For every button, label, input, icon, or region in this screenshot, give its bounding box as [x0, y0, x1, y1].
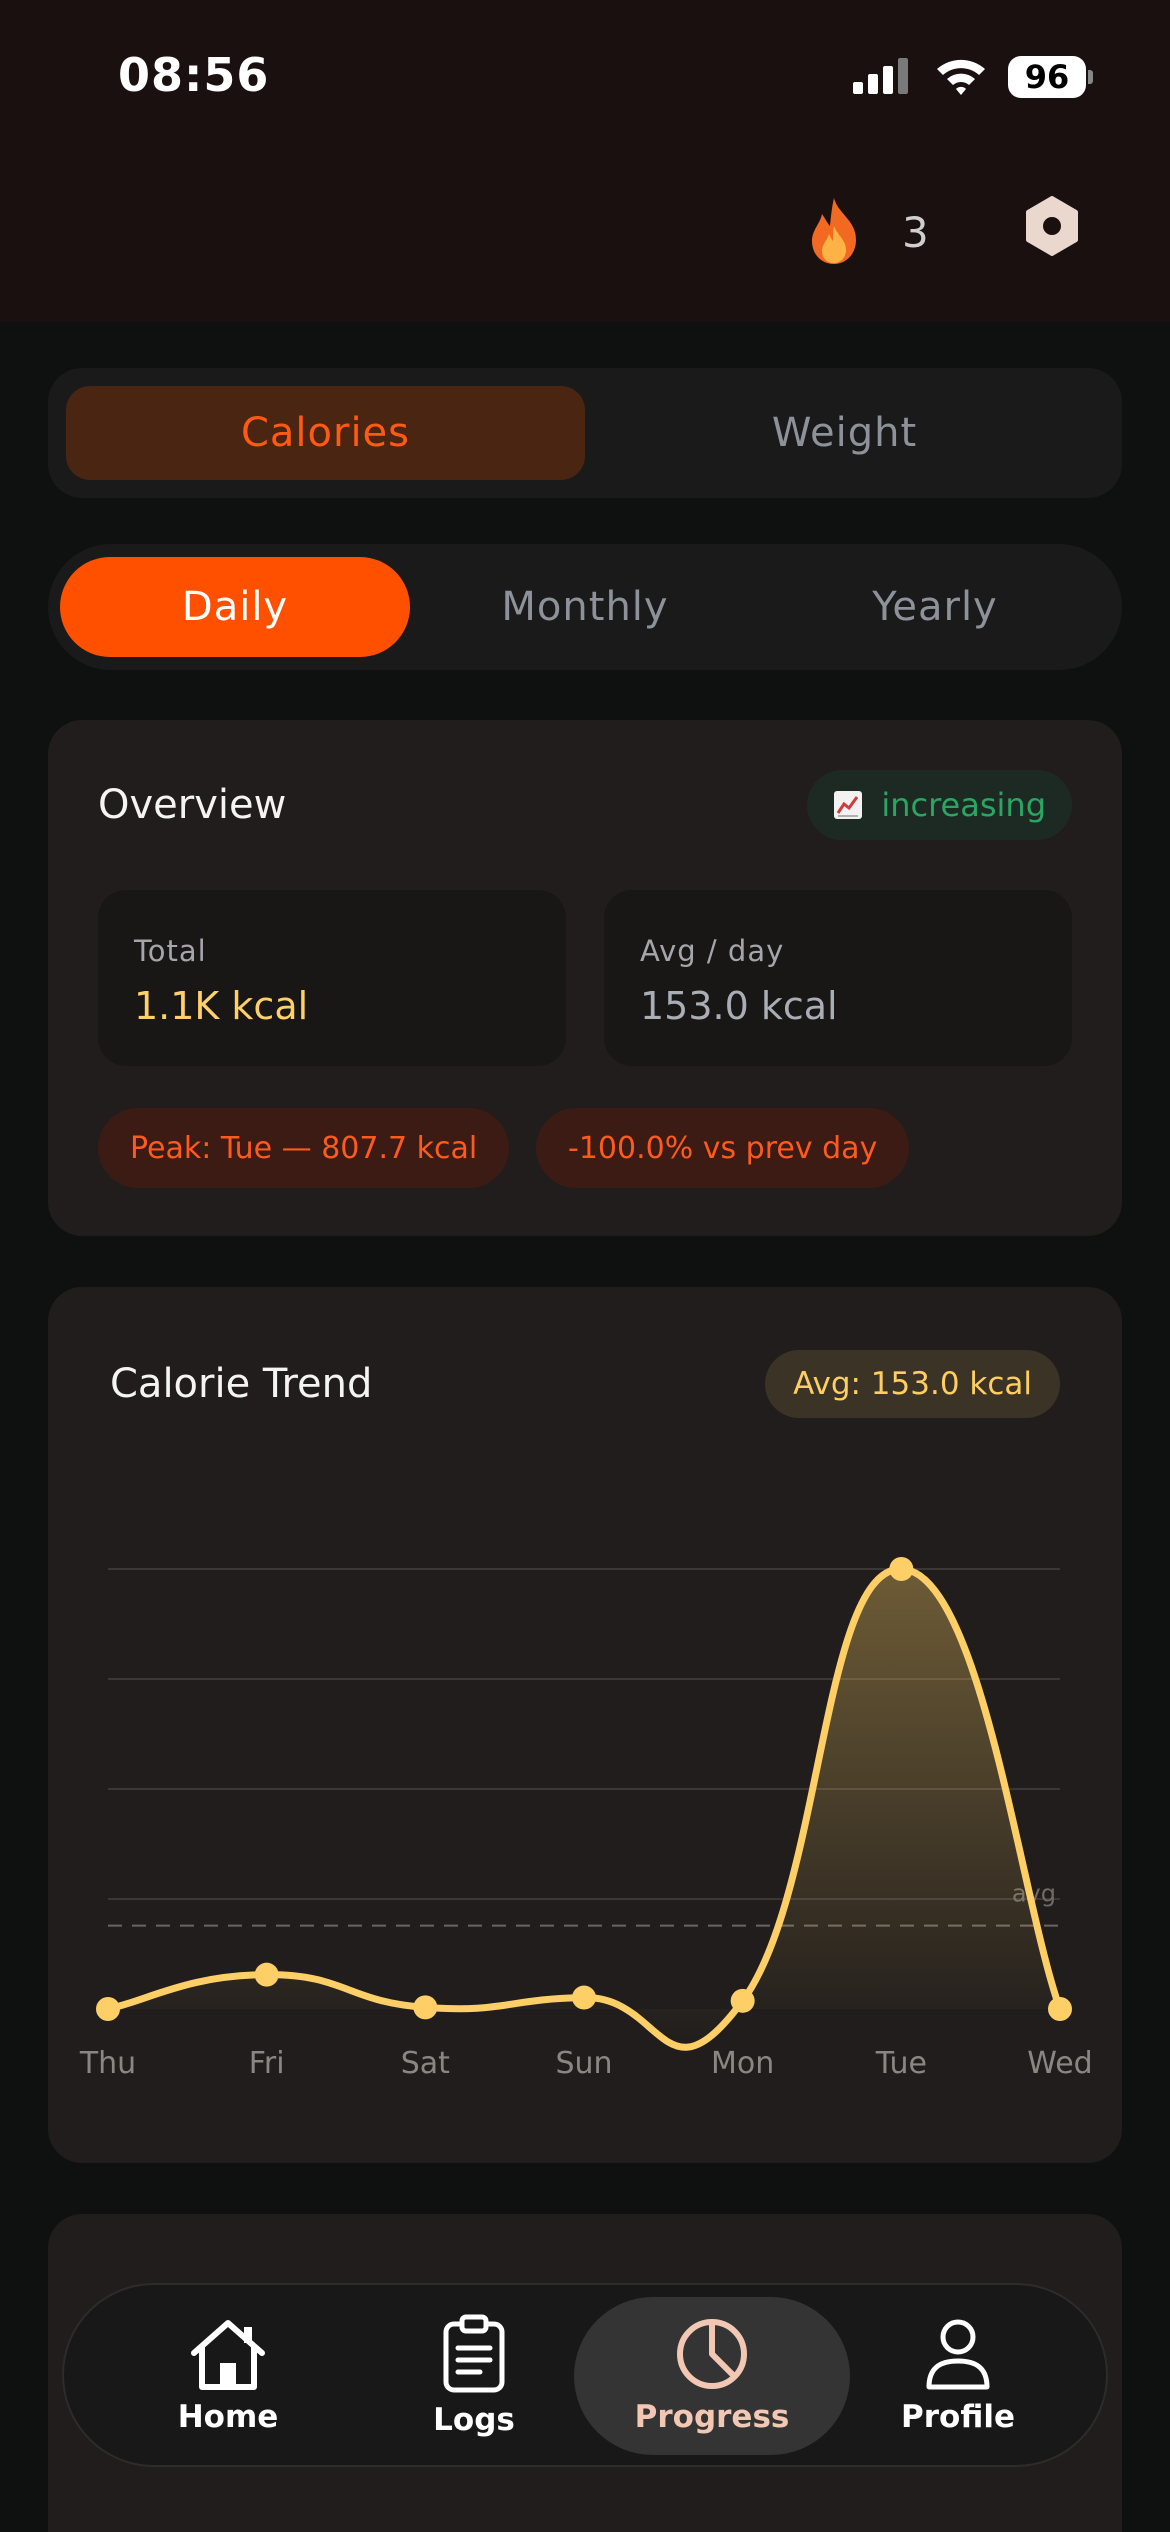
nav-profile-label: Profile — [901, 2399, 1015, 2435]
tab-daily[interactable]: Daily — [60, 557, 410, 657]
data-point-mon — [730, 1988, 755, 2013]
settings-icon[interactable] — [1022, 196, 1082, 256]
tab-yearly[interactable]: Yearly — [760, 557, 1110, 657]
trend-badge: increasing — [807, 770, 1072, 840]
tab-weight[interactable]: Weight — [585, 386, 1104, 480]
person-icon — [926, 2319, 990, 2390]
data-point-fri — [254, 1962, 279, 1987]
data-point-wed — [1048, 1997, 1072, 2021]
avg-value: 153.0 kcal — [640, 984, 838, 1028]
battery-nub — [1088, 70, 1093, 84]
x-tick-label: Sun — [555, 2046, 612, 2081]
nav-progress[interactable]: Progress — [574, 2297, 850, 2455]
calorie-trend-card: avg Thu Fri Sat Sun Mon Tue Wed Calorie Trend A… — [48, 1287, 1122, 2163]
data-point-sun — [572, 1985, 596, 2010]
avg-label: Avg / day — [640, 934, 785, 968]
flame-icon — [812, 198, 856, 264]
data-point-thu — [96, 1997, 120, 2021]
wifi-icon — [937, 59, 985, 95]
battery-level: 96 — [1024, 58, 1070, 96]
tab-monthly[interactable]: Monthly — [410, 557, 760, 657]
streak-count: 3 — [902, 208, 929, 257]
bottom-nav: Home Logs Progress Profile — [62, 2283, 1108, 2467]
x-tick-label: Fri — [249, 2046, 285, 2081]
total-stat: Total 1.1K kcal — [98, 890, 566, 1066]
nav-logs[interactable]: Logs — [336, 2297, 612, 2455]
signal-icon — [853, 58, 908, 94]
data-point-tue — [889, 1557, 914, 1581]
clipboard-icon — [443, 2314, 505, 2393]
nav-progress-label: Progress — [634, 2399, 790, 2435]
avg-badge: Avg: 153.0 kcal — [765, 1350, 1060, 1418]
status-time: 08:56 — [118, 48, 270, 102]
calorie-trend-chart: avgThu Fri Sat Sun Mon Tue Wed — [79, 1557, 1093, 2081]
calorie-trend-title: Calorie Trend — [110, 1361, 373, 1407]
x-tick-label: Tue — [875, 2046, 927, 2081]
avg-stat: Avg / day 153.0 kcal — [604, 890, 1072, 1066]
metric-tabs: Calories Weight — [48, 368, 1122, 498]
total-label: Total — [134, 934, 207, 968]
overview-title: Overview — [98, 782, 287, 828]
period-tabs: Daily Monthly Yearly — [48, 544, 1122, 670]
nav-home[interactable]: Home — [90, 2297, 366, 2455]
header-bar — [0, 150, 1170, 322]
total-value: 1.1K kcal — [134, 984, 309, 1028]
x-tick-label: Mon — [711, 2046, 774, 2081]
battery-indicator: 96 — [1008, 56, 1086, 98]
x-tick-label: Sat — [401, 2046, 450, 2081]
x-tick-label: Wed — [1027, 2046, 1092, 2081]
x-tick-label: Thu — [79, 2046, 136, 2081]
nav-home-label: Home — [177, 2399, 279, 2435]
tab-calories[interactable]: Calories — [66, 386, 585, 480]
overview-card: Overview increasing Total 1.1K kcal Avg … — [48, 720, 1122, 1236]
home-icon — [191, 2320, 265, 2390]
trend-label: increasing — [881, 786, 1046, 824]
change-chip: -100.0% vs prev day — [536, 1108, 910, 1188]
data-point-sat — [413, 1995, 438, 2020]
peak-chip: Peak: Tue — 807.7 kcal — [98, 1108, 510, 1188]
nav-profile[interactable]: Profile — [820, 2297, 1096, 2455]
pie-chart-icon — [677, 2319, 747, 2389]
trend-chart-icon — [834, 791, 863, 819]
nav-logs-label: Logs — [433, 2402, 515, 2438]
